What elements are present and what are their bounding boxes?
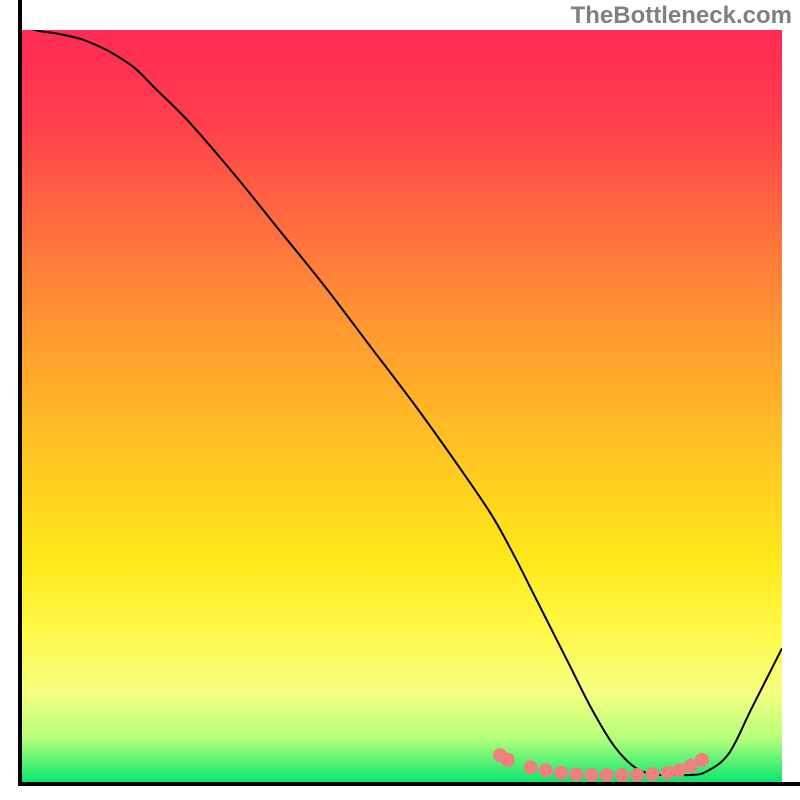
marker-dot (615, 768, 629, 782)
marker-dot (695, 753, 709, 767)
marker-dot (645, 767, 659, 781)
marker-dot (569, 767, 583, 781)
marker-dot (554, 766, 568, 780)
marker-dot (501, 753, 515, 767)
marker-dot (600, 768, 614, 782)
marker-dot (524, 760, 538, 774)
marker-dot (630, 768, 644, 782)
watermark-text: TheBottleneck.com (571, 2, 792, 30)
chart-frame: TheBottleneck.com (0, 0, 800, 800)
marker-dot (585, 768, 599, 782)
chart-canvas (0, 0, 800, 800)
gradient-background (20, 30, 782, 784)
marker-dot (539, 763, 553, 777)
